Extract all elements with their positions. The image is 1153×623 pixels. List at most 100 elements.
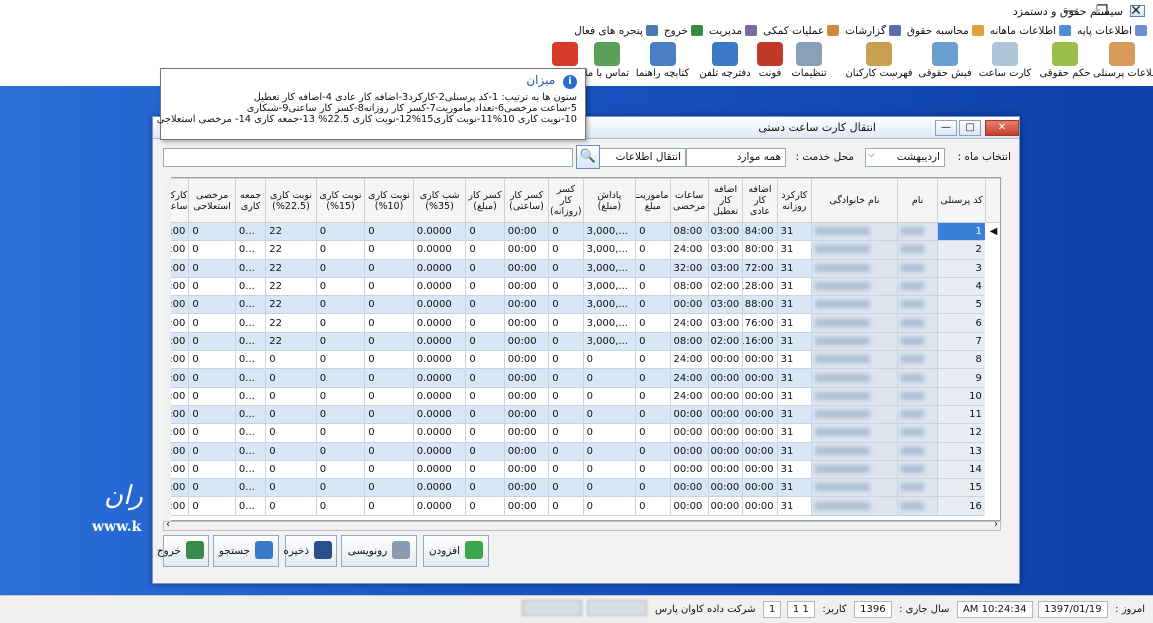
exit-button[interactable]: خروج: [157, 535, 209, 567]
cell-last-name[interactable]: [810, 258, 898, 278]
grid-cell[interactable]: 31: [776, 386, 812, 406]
grid-cell[interactable]: 0: [315, 240, 366, 260]
grid-cell[interactable]: 72:00: [742, 258, 778, 278]
menu-item[interactable]: اطلاعات پایه: [1077, 22, 1147, 40]
grid-cell[interactable]: ...,3,000: [582, 276, 637, 297]
grid-cell[interactable]: 0: [582, 441, 637, 461]
grid-cell[interactable]: 00:00: [707, 459, 744, 480]
cell-personnel-code[interactable]: 2: [937, 240, 986, 260]
toolbar-button[interactable]: تنظیمات: [788, 40, 830, 84]
grid-cell[interactable]: 0.0000: [412, 404, 467, 425]
grid-cell[interactable]: ...0: [234, 478, 267, 498]
grid-cell[interactable]: 0: [465, 404, 505, 425]
grid-cell[interactable]: 00:00: [503, 441, 550, 461]
table-row[interactable]: 10 31 00:00 00:00 24:00 0 0 0 00:00 0 0.0000 0 0 0...…: [164, 386, 1000, 406]
cell-first-name[interactable]: [896, 423, 939, 443]
grid-cell[interactable]: 0: [548, 331, 584, 352]
grid-cell[interactable]: 0: [364, 404, 414, 425]
grid-cell[interactable]: 0: [465, 423, 505, 443]
grid-cell[interactable]: 0: [315, 313, 366, 333]
grid-cell[interactable]: 0: [315, 404, 366, 425]
grid-cell[interactable]: 0: [635, 258, 671, 278]
cell-last-name[interactable]: [810, 496, 898, 516]
grid-cell[interactable]: 0: [465, 295, 505, 315]
grid-cell[interactable]: 00:00: [503, 459, 550, 480]
table-row[interactable]: ◀ 1 31 84:00 03:00 08:00 0 ...,3,000 0 00:00 0 0.00…: [164, 221, 1000, 242]
grid-cell[interactable]: ...0: [234, 295, 267, 315]
grid-cell[interactable]: 03:00: [707, 295, 744, 315]
cell-personnel-code[interactable]: 13: [937, 441, 986, 461]
column-header[interactable]: پاداش (مبلغ): [582, 178, 637, 223]
grid-cell[interactable]: 0: [188, 295, 236, 315]
column-header[interactable]: ساعات مرخصی: [669, 178, 709, 223]
grid-cell[interactable]: 00:00: [503, 404, 550, 425]
grid-cell[interactable]: 00:00: [707, 496, 744, 516]
grid-cell[interactable]: 0: [315, 276, 366, 297]
grid-cell[interactable]: 22: [265, 313, 317, 333]
table-row[interactable]: 15 31 00:00 00:00 00:00 0 0 0 00:00 0 0.0000 0 0 0...…: [164, 478, 1000, 498]
grid-horizontal-scrollbar[interactable]: ‹ ›: [163, 519, 1001, 531]
grid-cell[interactable]: 00:00: [669, 478, 709, 498]
table-row[interactable]: 731116:0002:0008:000...,3,000000:0000.00…: [164, 331, 1000, 352]
grid-cell[interactable]: 0: [465, 313, 505, 333]
grid-cell[interactable]: ...,3,000: [582, 221, 637, 242]
toolbar-button[interactable]: فهرست کارکنان: [844, 40, 914, 84]
cell-last-name[interactable]: [810, 331, 898, 352]
table-row[interactable]: 13 31 00:00 00:00 00:00 0 0 0 00:00 0 0.0000 0 0 0...…: [164, 441, 1000, 461]
month-select[interactable]: اردیبهشت ⌵: [865, 148, 945, 167]
grid-cell[interactable]: 80:00: [742, 240, 778, 260]
grid-cell[interactable]: 0: [188, 313, 236, 333]
column-header[interactable]: نام: [896, 178, 939, 223]
grid-cell[interactable]: ...0: [234, 221, 267, 242]
grid-cell[interactable]: 00:00: [742, 386, 778, 406]
grid-cell[interactable]: 0: [548, 386, 584, 406]
grid-cell[interactable]: 02:00: [707, 331, 744, 352]
grid-cell[interactable]: 0: [364, 368, 414, 388]
grid-cell[interactable]: 00:00: [503, 368, 550, 388]
grid-cell[interactable]: 0: [315, 331, 366, 352]
restore-button[interactable]: ❐: [1085, 1, 1119, 21]
grid-cell[interactable]: 0.0000: [412, 258, 467, 278]
grid-cell[interactable]: 00:00: [669, 459, 709, 480]
grid-cell[interactable]: 00:00: [707, 478, 744, 498]
grid-cell[interactable]: 0.0000: [412, 276, 467, 297]
cell-last-name[interactable]: [810, 459, 898, 480]
grid-cell[interactable]: 0: [315, 368, 366, 388]
grid-cell[interactable]: 0: [465, 240, 505, 260]
cell-first-name[interactable]: [896, 276, 939, 297]
grid-cell[interactable]: 00:00: [503, 331, 550, 352]
cell-first-name[interactable]: [896, 478, 939, 498]
grid-cell[interactable]: 0: [548, 459, 584, 480]
column-header[interactable]: ماموریت مبلغ: [635, 178, 671, 223]
grid-cell[interactable]: 22: [265, 331, 317, 352]
grid-cell[interactable]: 0: [582, 459, 637, 480]
grid-cell[interactable]: 24:00: [669, 240, 709, 260]
table-row[interactable]: 11 31 00:00 00:00 00:00 0 0 0 00:00 0 0.0000 0 0 0...…: [164, 404, 1000, 425]
grid-cell[interactable]: 0: [188, 240, 236, 260]
grid-cell[interactable]: 0: [265, 459, 317, 480]
grid-cell[interactable]: 00:00: [503, 478, 550, 498]
grid-cell[interactable]: 0: [548, 240, 584, 260]
search-input[interactable]: [163, 148, 573, 167]
grid-cell[interactable]: 03:00: [707, 240, 744, 260]
grid-cell[interactable]: 0: [265, 478, 317, 498]
grid-cell[interactable]: 0: [315, 496, 366, 516]
grid-cell[interactable]: 0.0000: [412, 295, 467, 315]
column-header[interactable]: نام خانوادگی: [810, 178, 898, 223]
grid-cell[interactable]: ...,3,000: [582, 295, 637, 315]
grid-cell[interactable]: 0: [548, 313, 584, 333]
grid-cell[interactable]: 00:00: [669, 496, 709, 516]
grid-cell[interactable]: 0.0000: [412, 386, 467, 406]
toolbar-button[interactable]: اطلاعات پرسنلی: [1093, 40, 1153, 84]
grid-cell[interactable]: 00:00: [707, 423, 744, 443]
cell-personnel-code[interactable]: 6: [937, 313, 986, 333]
grid-cell[interactable]: 0: [364, 350, 414, 370]
grid-cell[interactable]: 0: [465, 496, 505, 516]
grid-cell[interactable]: 0: [188, 478, 236, 498]
grid-cell[interactable]: 00:00: [742, 350, 778, 370]
grid-cell[interactable]: 0: [265, 386, 317, 406]
grid-cell[interactable]: ...0: [234, 258, 267, 278]
grid-cell[interactable]: 22: [265, 221, 317, 242]
grid-cell[interactable]: 00:00: [707, 441, 744, 461]
cell-last-name[interactable]: [810, 404, 898, 425]
